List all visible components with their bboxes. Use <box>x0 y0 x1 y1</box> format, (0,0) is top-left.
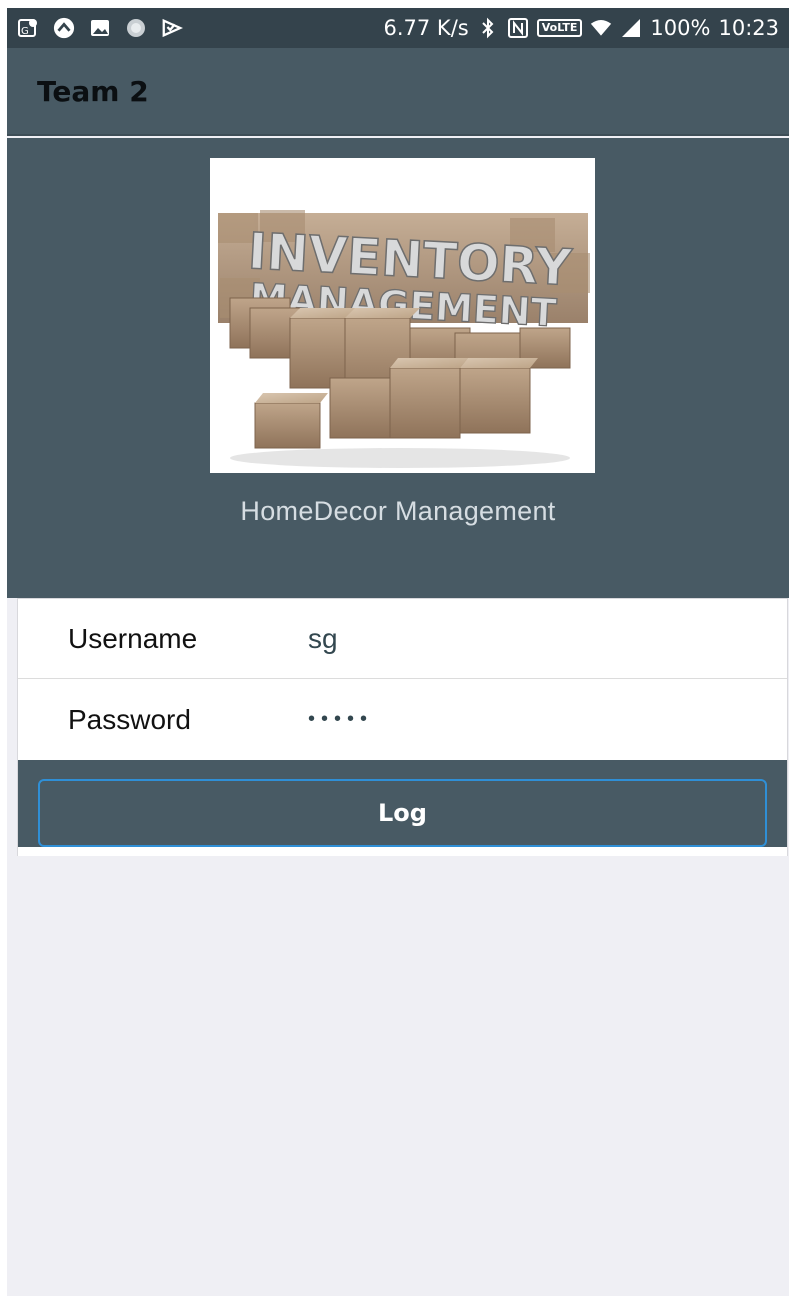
wifi-icon <box>590 17 612 39</box>
signal-icon <box>620 17 642 39</box>
bluetooth-icon <box>477 17 499 39</box>
button-area: Log <box>18 769 787 847</box>
checklist-icon <box>161 17 183 39</box>
network-speed: 6.77 K/s <box>383 16 469 40</box>
clock: 10:23 <box>718 16 779 40</box>
status-bar: G 6.77 K/s VoLTE 100% 10:23 <box>7 8 789 48</box>
log-button[interactable]: Log <box>38 779 767 847</box>
password-row: Password ••••• <box>18 680 787 760</box>
svg-text:G: G <box>21 26 29 37</box>
page-title: Team 2 <box>37 74 149 108</box>
login-form: Username sg Password ••••• Log <box>17 598 788 856</box>
gallery-icon <box>89 17 111 39</box>
inventory-logo: INVENTORY MANAGEMENT <box>210 158 595 473</box>
username-row: Username sg <box>18 599 787 679</box>
volte-badge: VoLTE <box>536 19 583 37</box>
password-input[interactable]: ••••• <box>308 708 728 731</box>
battery-level: 100% <box>650 16 711 40</box>
status-indicators: 6.77 K/s VoLTE 100% 10:23 <box>384 16 780 40</box>
username-input[interactable]: sg <box>308 623 728 655</box>
password-label: Password <box>68 704 191 735</box>
divider <box>18 760 787 769</box>
notification-icons: G <box>17 17 183 39</box>
arrow-up-circle-icon <box>53 17 75 39</box>
username-label: Username <box>68 622 198 654</box>
spinner-icon <box>125 17 147 39</box>
maps-notification-icon: G <box>17 17 39 39</box>
nfc-icon <box>507 17 529 39</box>
hero-section: INVENTORY MANAGEMENT HomeDecor Managemen… <box>7 138 789 598</box>
app-name: HomeDecor Management <box>240 496 556 526</box>
app-frame: G 6.77 K/s VoLTE 100% 10:23 Team 2 INVEN… <box>7 8 789 1296</box>
app-header: Team 2 <box>7 48 789 136</box>
